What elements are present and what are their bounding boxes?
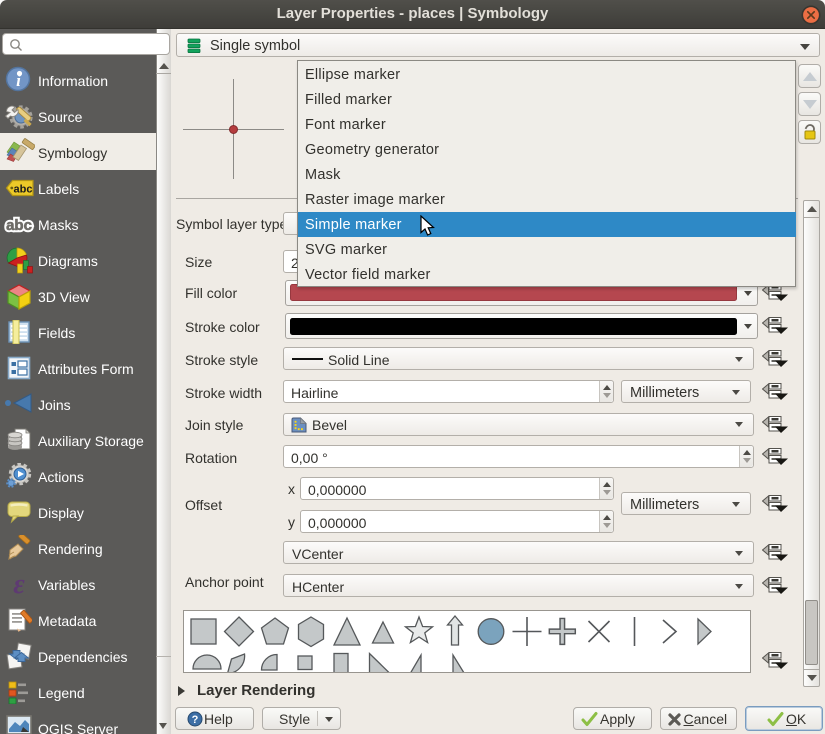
svg-text:abc: abc [6, 217, 32, 234]
svg-text:ε: ε [13, 570, 25, 598]
svg-text:abc: abc [14, 184, 33, 196]
svg-text:?: ? [192, 714, 199, 726]
